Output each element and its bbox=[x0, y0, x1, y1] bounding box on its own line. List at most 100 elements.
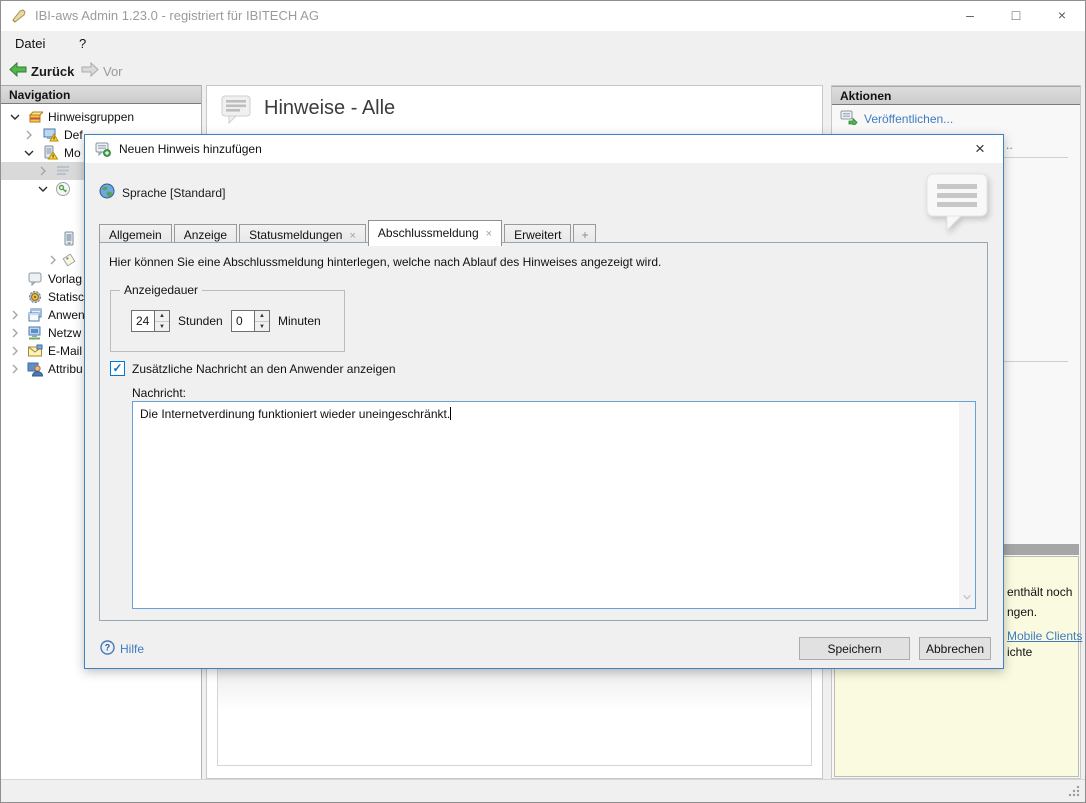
dialog-title-bar: Neuen Hinweis hinzufügen × bbox=[85, 135, 1003, 163]
actions-header: Aktionen bbox=[832, 86, 1080, 105]
tab-label: Statusmeldungen bbox=[249, 228, 343, 242]
user-icon bbox=[27, 361, 44, 377]
dialog-title: Neuen Hinweis hinzufügen bbox=[119, 142, 262, 156]
maximize-icon[interactable]: □ bbox=[993, 1, 1039, 31]
back-button[interactable]: Zurück bbox=[9, 57, 74, 85]
tree-item-hinweisgruppen[interactable]: Hinweisgruppen bbox=[1, 108, 201, 126]
tree-item-label: Netzw bbox=[48, 326, 82, 340]
abschlussmeldung-tab-page: Hier können Sie eine Abschlussmeldung hi… bbox=[99, 242, 988, 621]
spin-down-icon[interactable]: ▼ bbox=[255, 322, 269, 332]
chevron-down-icon[interactable] bbox=[37, 183, 49, 195]
note-text-fragment: enthält noch bbox=[1007, 585, 1073, 599]
envelope-icon bbox=[27, 343, 43, 359]
menu-datei[interactable]: Datei bbox=[9, 31, 51, 57]
forward-arrow-icon bbox=[81, 61, 99, 80]
app-icon bbox=[11, 8, 27, 24]
message-textarea[interactable]: Die Internetverdinung funktioniert wiede… bbox=[132, 401, 976, 609]
mobile-clients-link[interactable]: Mobile Clients bbox=[1007, 629, 1082, 643]
tree-item-label: Hinweisgruppen bbox=[48, 110, 135, 124]
additional-message-checkbox[interactable]: ✓ bbox=[110, 361, 125, 376]
help-link[interactable]: ? Hilfe bbox=[100, 640, 144, 658]
hours-stepper[interactable]: ▲ ▼ bbox=[155, 310, 170, 332]
speech-bubble-icon bbox=[27, 271, 43, 287]
tab-abschlussmeldung[interactable]: Abschlussmeldung × bbox=[367, 220, 503, 246]
chevron-down-icon[interactable] bbox=[9, 111, 21, 123]
minutes-input[interactable]: 0 bbox=[231, 310, 255, 332]
hint-watermark-icon bbox=[925, 172, 991, 235]
navigation-header: Navigation bbox=[1, 85, 201, 104]
tab-label: Anzeige bbox=[183, 228, 228, 242]
note-text-fragment: ngen. bbox=[1007, 605, 1038, 619]
help-icon: ? bbox=[100, 640, 115, 658]
anzeigedauer-group-label: Anzeigedauer bbox=[120, 283, 203, 297]
add-hint-dialog: Neuen Hinweis hinzufügen × Sprache [Stan… bbox=[84, 134, 1004, 669]
chevron-right-icon[interactable] bbox=[9, 309, 21, 321]
hours-label: Stunden bbox=[178, 314, 223, 328]
tab-label: Allgemein bbox=[109, 228, 162, 242]
message-label: Nachricht: bbox=[132, 386, 187, 400]
note-lines-icon bbox=[55, 163, 71, 179]
chevron-down-icon[interactable] bbox=[23, 147, 35, 159]
globe-icon bbox=[99, 183, 115, 202]
windows-stack-icon bbox=[27, 307, 43, 323]
network-monitor-icon bbox=[27, 325, 43, 341]
chevron-right-icon[interactable] bbox=[23, 129, 35, 141]
forward-button[interactable]: Vor bbox=[81, 57, 123, 85]
tree-item-label: Vorlag bbox=[48, 272, 83, 286]
spin-up-icon[interactable]: ▲ bbox=[155, 311, 169, 322]
hints-bubble-icon bbox=[221, 95, 253, 128]
publish-link[interactable]: Veröffentlichen... bbox=[840, 110, 953, 128]
toolbar: Zurück Vor bbox=[1, 57, 1085, 85]
minutes-stepper[interactable]: ▲ ▼ bbox=[255, 310, 270, 332]
gear-icon bbox=[27, 289, 43, 305]
save-button[interactable]: Speichern bbox=[799, 637, 910, 660]
tree-item-label: Anwen bbox=[48, 308, 85, 322]
tree-item-label: Mo bbox=[64, 146, 81, 160]
tree-item-label: E-Mail bbox=[48, 344, 83, 358]
page-title: Hinweise - Alle bbox=[264, 97, 396, 119]
publish-label: Veröffentlichen... bbox=[864, 112, 954, 126]
dialog-close-icon[interactable]: × bbox=[965, 138, 995, 160]
tree-item-label: Def bbox=[64, 128, 83, 142]
tab-close-icon[interactable]: × bbox=[486, 228, 492, 240]
window-title: IBI-aws Admin 1.23.0 - registriert für I… bbox=[35, 8, 319, 23]
additional-message-label: Zusätzliche Nachricht an den Anwender an… bbox=[132, 362, 396, 376]
spin-up-icon[interactable]: ▲ bbox=[255, 311, 269, 322]
content-preview-box bbox=[217, 666, 812, 766]
menu-help[interactable]: ? bbox=[73, 31, 92, 57]
tab-description: Hier können Sie eine Abschlussmeldung hi… bbox=[109, 255, 662, 269]
tree-item-label: Statisc bbox=[48, 290, 85, 304]
close-icon[interactable]: × bbox=[1039, 1, 1085, 31]
minutes-label: Minuten bbox=[278, 314, 321, 328]
hours-input[interactable]: 24 bbox=[131, 310, 155, 332]
chevron-right-icon[interactable] bbox=[9, 363, 21, 375]
help-label: Hilfe bbox=[120, 642, 145, 656]
tab-close-icon[interactable]: × bbox=[349, 230, 355, 242]
action-link-fragment[interactable]: .. bbox=[1006, 138, 1013, 152]
textarea-scrollbar[interactable] bbox=[959, 402, 975, 608]
add-tab-icon: + bbox=[581, 228, 589, 242]
app-window: IBI-aws Admin 1.23.0 - registriert für I… bbox=[0, 0, 1086, 803]
add-hint-icon bbox=[95, 141, 111, 157]
menu-bar: Datei ? bbox=[1, 31, 1085, 57]
spin-down-icon[interactable]: ▼ bbox=[155, 322, 169, 332]
language-label: Sprache [Standard] bbox=[122, 185, 226, 200]
language-selector[interactable]: Sprache [Standard] bbox=[99, 183, 225, 202]
resize-grip[interactable] bbox=[1067, 784, 1081, 801]
chevron-right-icon[interactable] bbox=[9, 345, 21, 357]
minimize-icon[interactable]: – bbox=[947, 1, 993, 31]
chevron-right-icon[interactable] bbox=[9, 327, 21, 339]
tag-icon bbox=[61, 252, 77, 268]
chevron-right-icon[interactable] bbox=[47, 254, 59, 266]
title-bar: IBI-aws Admin 1.23.0 - registriert für I… bbox=[1, 1, 1085, 31]
tab-label: Abschlussmeldung bbox=[377, 226, 479, 240]
text-caret bbox=[450, 407, 452, 420]
scroll-down-icon[interactable] bbox=[962, 591, 972, 605]
cancel-button[interactable]: Abbrechen bbox=[919, 637, 991, 660]
chevron-right-icon[interactable] bbox=[37, 165, 49, 177]
group-package-icon bbox=[27, 109, 45, 125]
tab-label: Erweitert bbox=[514, 228, 562, 242]
device-warning-icon bbox=[43, 145, 59, 161]
note-text-fragment: ichte bbox=[1007, 645, 1033, 659]
monitor-warning-icon bbox=[43, 127, 59, 143]
